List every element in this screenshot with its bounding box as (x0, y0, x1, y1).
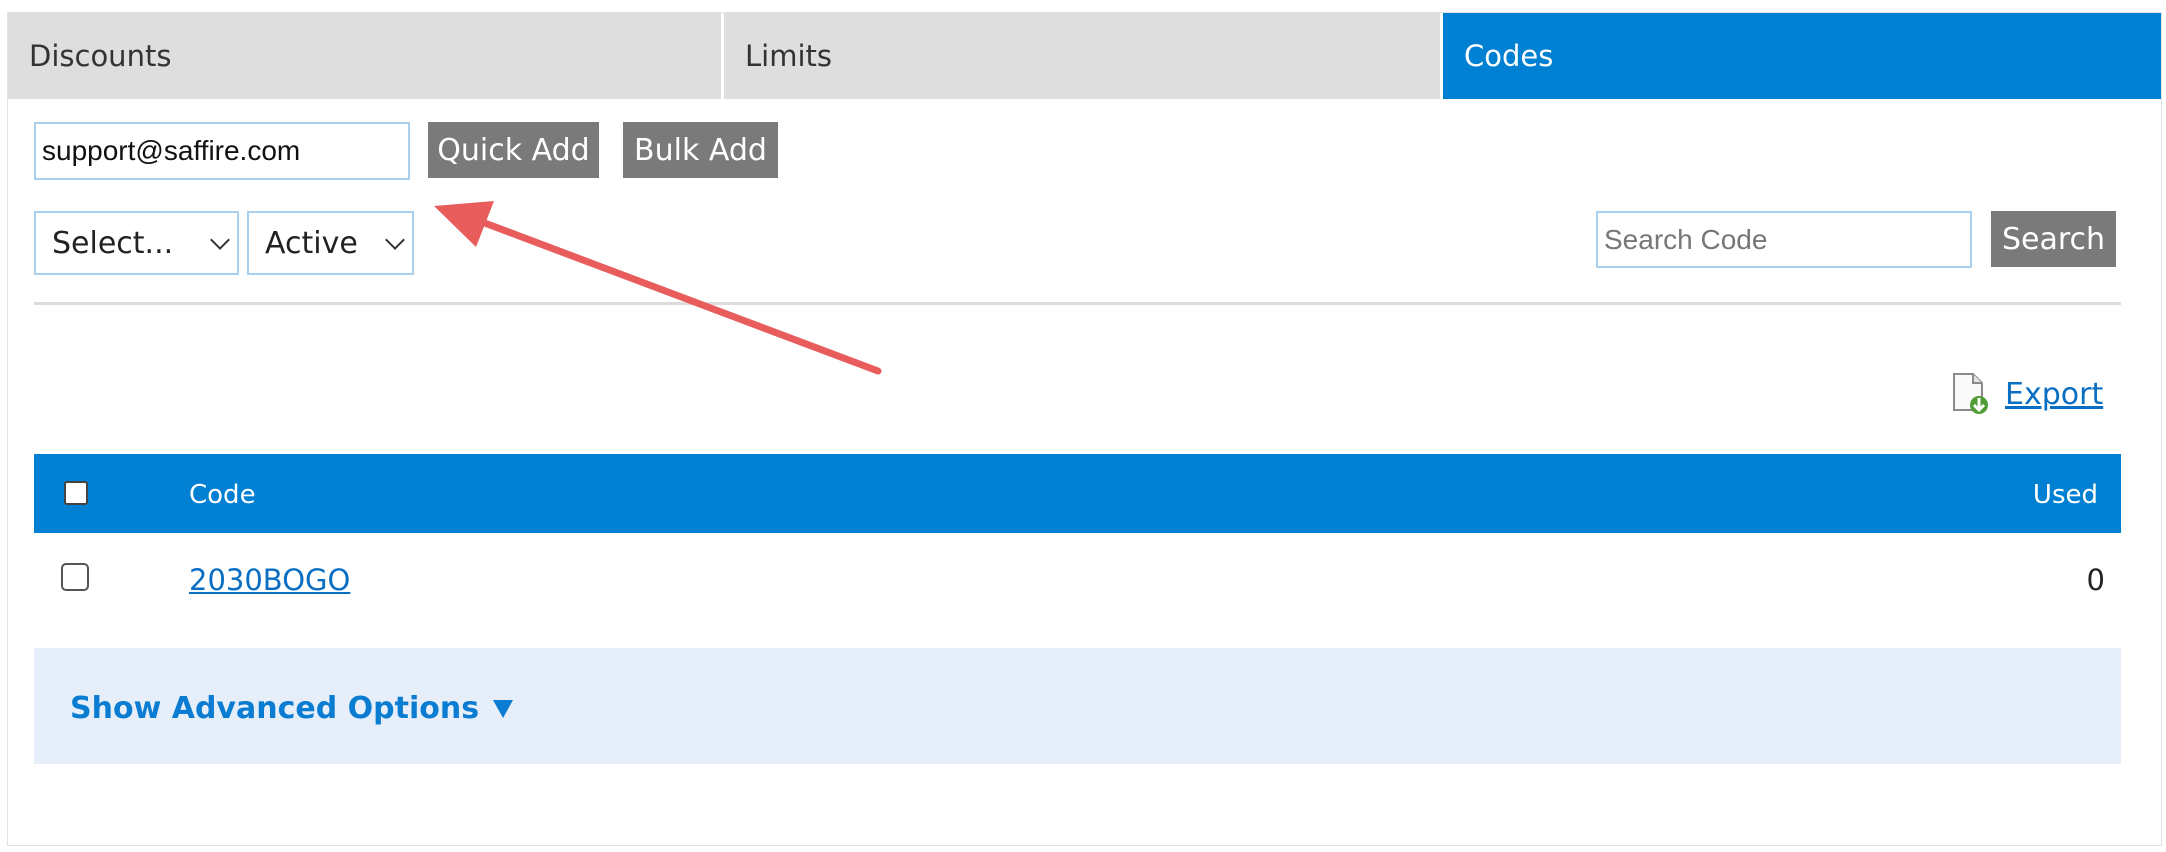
chevron-down-icon (385, 230, 405, 250)
tab-limits[interactable]: Limits (724, 13, 1443, 99)
bulk-add-button[interactable]: Bulk Add (623, 122, 778, 178)
row-checkbox[interactable] (61, 563, 89, 591)
select-all-checkbox[interactable] (64, 481, 88, 505)
export-link[interactable]: Export (2005, 377, 2103, 412)
advanced-options-label: Show Advanced Options (70, 691, 480, 726)
status-select-value: Active (265, 225, 358, 261)
export-document-icon (1951, 372, 1991, 416)
table-row: 2030BOGO 0 (34, 533, 2121, 611)
divider (34, 302, 2121, 305)
triangle-down-icon (493, 699, 514, 718)
search-button[interactable]: Search (1991, 211, 2116, 267)
codes-table-header: Code Used (34, 454, 2121, 533)
code-link[interactable]: 2030BOGO (189, 563, 350, 597)
show-advanced-options-toggle[interactable]: Show Advanced Options (70, 691, 514, 726)
tab-bar: Discounts Limits Codes (8, 13, 2161, 99)
chevron-down-icon (210, 230, 230, 250)
type-select[interactable]: Select... (34, 211, 239, 275)
status-select[interactable]: Active (247, 211, 414, 275)
type-select-value: Select... (52, 225, 174, 261)
search-code-input[interactable] (1596, 211, 1972, 268)
tab-codes[interactable]: Codes (1443, 13, 2161, 99)
advanced-options-panel: Show Advanced Options (34, 648, 2121, 764)
quick-add-button[interactable]: Quick Add (428, 122, 599, 178)
tab-discounts[interactable]: Discounts (8, 13, 724, 99)
export-control[interactable]: Export (1951, 372, 2103, 416)
column-header-code[interactable]: Code (189, 480, 256, 510)
column-header-used[interactable]: Used (2033, 480, 2098, 510)
quick-add-input[interactable] (34, 122, 410, 180)
used-count: 0 (2086, 563, 2105, 597)
